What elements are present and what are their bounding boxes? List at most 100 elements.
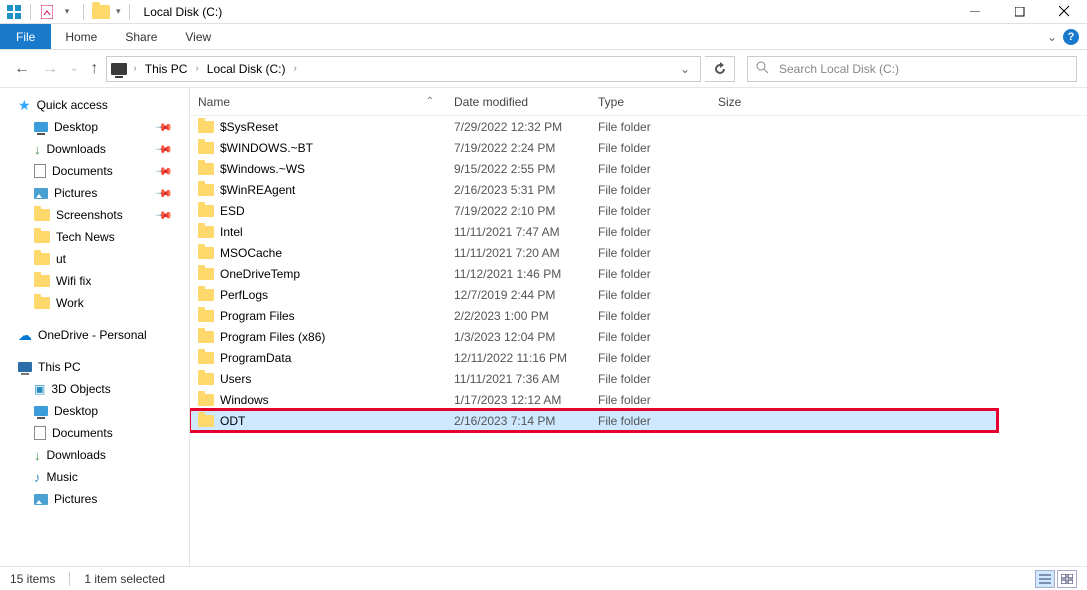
table-row[interactable]: ESD7/19/2022 2:10 PMFile folder bbox=[190, 200, 1087, 221]
table-row[interactable]: Program Files2/2/2023 1:00 PMFile folder bbox=[190, 305, 1087, 326]
window-title: Local Disk (C:) bbox=[138, 5, 223, 19]
file-type: File folder bbox=[598, 267, 718, 281]
table-row[interactable]: $WinREAgent2/16/2023 5:31 PMFile folder bbox=[190, 179, 1087, 200]
sidebar-item-tech-news[interactable]: Tech News bbox=[0, 226, 189, 248]
search-box[interactable] bbox=[747, 56, 1077, 82]
sidebar-item-screenshots[interactable]: Screenshots📌 bbox=[0, 204, 189, 226]
column-headers: Name ⌃ Date modified Type Size bbox=[190, 88, 1087, 116]
column-header-date[interactable]: Date modified bbox=[454, 95, 598, 109]
sidebar: ★ Quick access Desktop📌↓Downloads📌Docume… bbox=[0, 88, 190, 566]
maximize-button[interactable] bbox=[997, 0, 1042, 24]
sidebar-this-pc[interactable]: This PC bbox=[0, 356, 189, 378]
star-icon: ★ bbox=[18, 97, 31, 114]
table-row[interactable]: Program Files (x86)1/3/2023 12:04 PMFile… bbox=[190, 326, 1087, 347]
sidebar-item-label: Documents bbox=[52, 164, 113, 178]
breadcrumb-local-disk[interactable]: Local Disk (C:) bbox=[205, 62, 288, 76]
table-row[interactable]: $WINDOWS.~BT7/19/2022 2:24 PMFile folder bbox=[190, 137, 1087, 158]
folder-icon bbox=[198, 310, 214, 322]
sidebar-item-label: Work bbox=[56, 296, 84, 310]
sidebar-quick-access[interactable]: ★ Quick access bbox=[0, 94, 189, 116]
column-header-name[interactable]: Name ⌃ bbox=[198, 95, 454, 109]
file-name: PerfLogs bbox=[220, 288, 268, 302]
address-bar[interactable]: › This PC › Local Disk (C:) › ⌄ bbox=[106, 56, 701, 82]
address-dropdown-icon[interactable]: ⌄ bbox=[674, 62, 696, 76]
folder-icon bbox=[198, 352, 214, 364]
file-name: $WinREAgent bbox=[220, 183, 295, 197]
sidebar-item-downloads[interactable]: ↓Downloads bbox=[0, 444, 189, 466]
pc-icon bbox=[18, 362, 32, 372]
sidebar-item-documents[interactable]: Documents bbox=[0, 422, 189, 444]
qat-sep2 bbox=[83, 4, 84, 20]
desktop-icon bbox=[34, 122, 48, 132]
tab-file[interactable]: File bbox=[0, 24, 51, 49]
properties-icon[interactable] bbox=[39, 4, 55, 20]
minimize-button[interactable] bbox=[952, 0, 997, 24]
chevron-right-icon[interactable]: › bbox=[291, 63, 298, 74]
sidebar-item-wifi-fix[interactable]: Wifi fix bbox=[0, 270, 189, 292]
sidebar-item-ut[interactable]: ut bbox=[0, 248, 189, 270]
chevron-right-icon[interactable]: › bbox=[193, 63, 200, 74]
titlebar: ▾ ▾ Local Disk (C:) bbox=[0, 0, 1087, 24]
table-row[interactable]: PerfLogs12/7/2019 2:44 PMFile folder bbox=[190, 284, 1087, 305]
file-name: ODT bbox=[220, 414, 245, 428]
sidebar-item-label: ut bbox=[56, 252, 66, 266]
search-icon bbox=[756, 61, 769, 77]
folder-dropdown-icon[interactable]: ▾ bbox=[114, 6, 121, 17]
table-row[interactable]: Users11/11/2021 7:36 AMFile folder bbox=[190, 368, 1087, 389]
sidebar-item-label: Documents bbox=[52, 426, 113, 440]
tab-view[interactable]: View bbox=[171, 24, 225, 49]
column-header-size[interactable]: Size bbox=[718, 95, 798, 109]
file-type: File folder bbox=[598, 330, 718, 344]
table-row[interactable]: $Windows.~WS9/15/2022 2:55 PMFile folder bbox=[190, 158, 1087, 179]
sidebar-item-documents[interactable]: Documents📌 bbox=[0, 160, 189, 182]
file-name: $Windows.~WS bbox=[220, 162, 305, 176]
sidebar-item-work[interactable]: Work bbox=[0, 292, 189, 314]
table-row[interactable]: $SysReset7/29/2022 12:32 PMFile folder bbox=[190, 116, 1087, 137]
table-row[interactable]: ODT2/16/2023 7:14 PMFile folder bbox=[190, 410, 997, 431]
image-icon bbox=[34, 494, 48, 505]
table-row[interactable]: ProgramData12/11/2022 11:16 PMFile folde… bbox=[190, 347, 1087, 368]
file-type: File folder bbox=[598, 141, 718, 155]
sidebar-item-desktop[interactable]: Desktop bbox=[0, 400, 189, 422]
sidebar-item-desktop[interactable]: Desktop📌 bbox=[0, 116, 189, 138]
folder-icon bbox=[34, 209, 50, 221]
file-type: File folder bbox=[598, 414, 718, 428]
table-row[interactable]: OneDriveTemp11/12/2021 1:46 PMFile folde… bbox=[190, 263, 1087, 284]
image-icon bbox=[34, 188, 48, 199]
up-button[interactable]: ↑ bbox=[86, 60, 102, 78]
file-name: Intel bbox=[220, 225, 243, 239]
icons-view-button[interactable] bbox=[1057, 570, 1077, 588]
refresh-button[interactable] bbox=[705, 56, 735, 82]
back-button[interactable]: ← bbox=[10, 60, 34, 78]
details-view-button[interactable] bbox=[1035, 570, 1055, 588]
help-icon[interactable]: ? bbox=[1063, 29, 1079, 45]
chevron-down-icon[interactable]: ⌄ bbox=[1047, 30, 1057, 44]
sidebar-item-downloads[interactable]: ↓Downloads📌 bbox=[0, 138, 189, 160]
file-type: File folder bbox=[598, 372, 718, 386]
tab-share[interactable]: Share bbox=[111, 24, 171, 49]
table-row[interactable]: MSOCache11/11/2021 7:20 AMFile folder bbox=[190, 242, 1087, 263]
sidebar-item-music[interactable]: ♪Music bbox=[0, 466, 189, 488]
sidebar-item-3d-objects[interactable]: ▣3D Objects bbox=[0, 378, 189, 400]
column-header-type[interactable]: Type bbox=[598, 95, 718, 109]
sidebar-item-label: OneDrive - Personal bbox=[38, 328, 147, 342]
forward-button[interactable]: → bbox=[38, 60, 62, 78]
sidebar-item-pictures[interactable]: Pictures📌 bbox=[0, 182, 189, 204]
qat-dropdown-icon[interactable]: ▾ bbox=[59, 4, 75, 20]
recent-dropdown[interactable]: ⌄ bbox=[66, 63, 82, 74]
sidebar-item-pictures[interactable]: Pictures bbox=[0, 488, 189, 510]
table-row[interactable]: Windows1/17/2023 12:12 AMFile folder bbox=[190, 389, 1087, 410]
sidebar-onedrive[interactable]: ☁ OneDrive - Personal bbox=[0, 324, 189, 346]
file-name: ESD bbox=[220, 204, 245, 218]
sidebar-item-label: Pictures bbox=[54, 492, 97, 506]
status-bar: 15 items 1 item selected bbox=[0, 566, 1087, 590]
chevron-right-icon[interactable]: › bbox=[131, 63, 138, 74]
sidebar-item-label: Quick access bbox=[37, 98, 108, 112]
search-input[interactable] bbox=[777, 61, 1068, 77]
tab-home[interactable]: Home bbox=[51, 24, 111, 49]
table-row[interactable]: Intel11/11/2021 7:47 AMFile folder bbox=[190, 221, 1087, 242]
file-date: 1/3/2023 12:04 PM bbox=[454, 330, 598, 344]
breadcrumb-this-pc[interactable]: This PC bbox=[143, 62, 190, 76]
file-date: 12/11/2022 11:16 PM bbox=[454, 351, 598, 365]
close-button[interactable] bbox=[1042, 0, 1087, 24]
